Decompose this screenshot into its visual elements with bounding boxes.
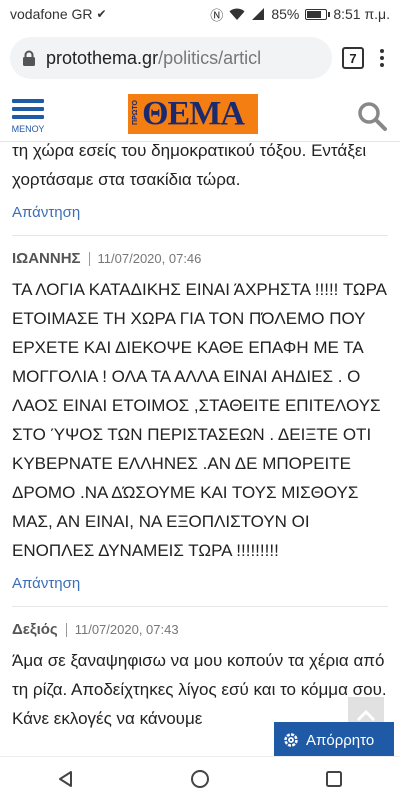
meta-separator	[88, 251, 90, 266]
meta-separator	[65, 622, 67, 637]
site-header: ΜΕΝΟΥ ΠΡΩΤΟ ΘΕΜΑ	[0, 88, 400, 142]
divider	[12, 235, 388, 236]
comment-author: ΙΩΑΝΝΗΣ	[12, 250, 81, 267]
carrier-label: vodafone GR	[10, 6, 93, 22]
logo-text: ΘΕΜΑ	[142, 95, 245, 132]
logo-prefix: ΠΡΩΤΟ	[132, 100, 139, 125]
comment-meta: Δεξιός 11/07/2020, 07:43	[12, 621, 388, 638]
comment-text: Άμα σε ξαναψηφισω να μου κοπούν τα χέρια…	[12, 651, 387, 728]
lock-icon	[23, 50, 35, 66]
check-icon: ✔	[96, 7, 107, 21]
kebab-menu-icon[interactable]	[374, 49, 390, 67]
tab-switcher-button[interactable]: 7	[342, 47, 364, 69]
comment-text: ΤΑ ΛΟΓΙΑ ΚΑΤΑΔΙΚΗΣ ΕΙΝΑΙ ΆΧΡΗΣΤΑ !!!!! Τ…	[12, 280, 387, 560]
home-icon[interactable]	[190, 769, 210, 789]
privacy-button[interactable]: Απόρρητο	[274, 722, 394, 758]
gear-icon	[284, 733, 298, 747]
url-host: protothema.gr	[46, 47, 159, 68]
comment-meta: ΙΩΑΝΝΗΣ 11/07/2020, 07:46	[12, 250, 388, 267]
reply-link[interactable]: Απάντηση	[12, 204, 388, 221]
address-bar[interactable]: protothema.gr/politics/articl	[10, 37, 332, 79]
divider	[12, 606, 388, 607]
back-icon[interactable]	[57, 770, 75, 788]
menu-icon	[12, 95, 44, 123]
reply-link[interactable]: Απάντηση	[12, 575, 388, 592]
comment-author: Δεξιός	[12, 621, 58, 638]
url-text: protothema.gr/politics/articl	[46, 48, 261, 69]
nfc-icon: Ⓝ	[210, 7, 224, 23]
menu-button[interactable]: ΜΕΝΟΥ	[10, 95, 46, 134]
tab-count: 7	[349, 50, 357, 66]
menu-label: ΜΕΝΟΥ	[11, 124, 45, 134]
comments-list: τη χώρα εσείς του δημοκρατικού τόξου. Εν…	[0, 136, 400, 733]
system-nav-bar	[0, 756, 400, 800]
site-logo[interactable]: ΠΡΩΤΟ ΘΕΜΑ	[128, 94, 258, 134]
comment: Δεξιός 11/07/2020, 07:43 Άμα σε ξαναψηφι…	[12, 621, 388, 733]
browser-toolbar: protothema.gr/politics/articl 7	[0, 28, 400, 88]
status-bar: vodafone GR ✔ Ⓝ 85% 8:51 π.μ.	[0, 0, 400, 28]
battery-icon	[305, 8, 331, 20]
recents-icon[interactable]	[325, 770, 343, 788]
comment-date: 11/07/2020, 07:43	[74, 622, 179, 637]
comment: τη χώρα εσείς του δημοκρατικού τόξου. Εν…	[12, 136, 388, 221]
url-path: /politics/articl	[158, 47, 262, 68]
search-icon[interactable]	[356, 100, 388, 132]
battery-percent: 85%	[271, 6, 300, 22]
wifi-icon	[229, 8, 245, 20]
chevron-up-icon	[356, 709, 376, 722]
signal-icon	[252, 8, 265, 20]
privacy-label: Απόρρητο	[306, 731, 375, 749]
comment: ΙΩΑΝΝΗΣ 11/07/2020, 07:46 ΤΑ ΛΟΓΙΑ ΚΑΤΑΔ…	[12, 250, 388, 592]
comment-date: 11/07/2020, 07:46	[97, 251, 202, 266]
clock: 8:51 π.μ.	[333, 6, 390, 22]
comment-text: τη χώρα εσείς του δημοκρατικού τόξου. Εν…	[12, 141, 367, 189]
